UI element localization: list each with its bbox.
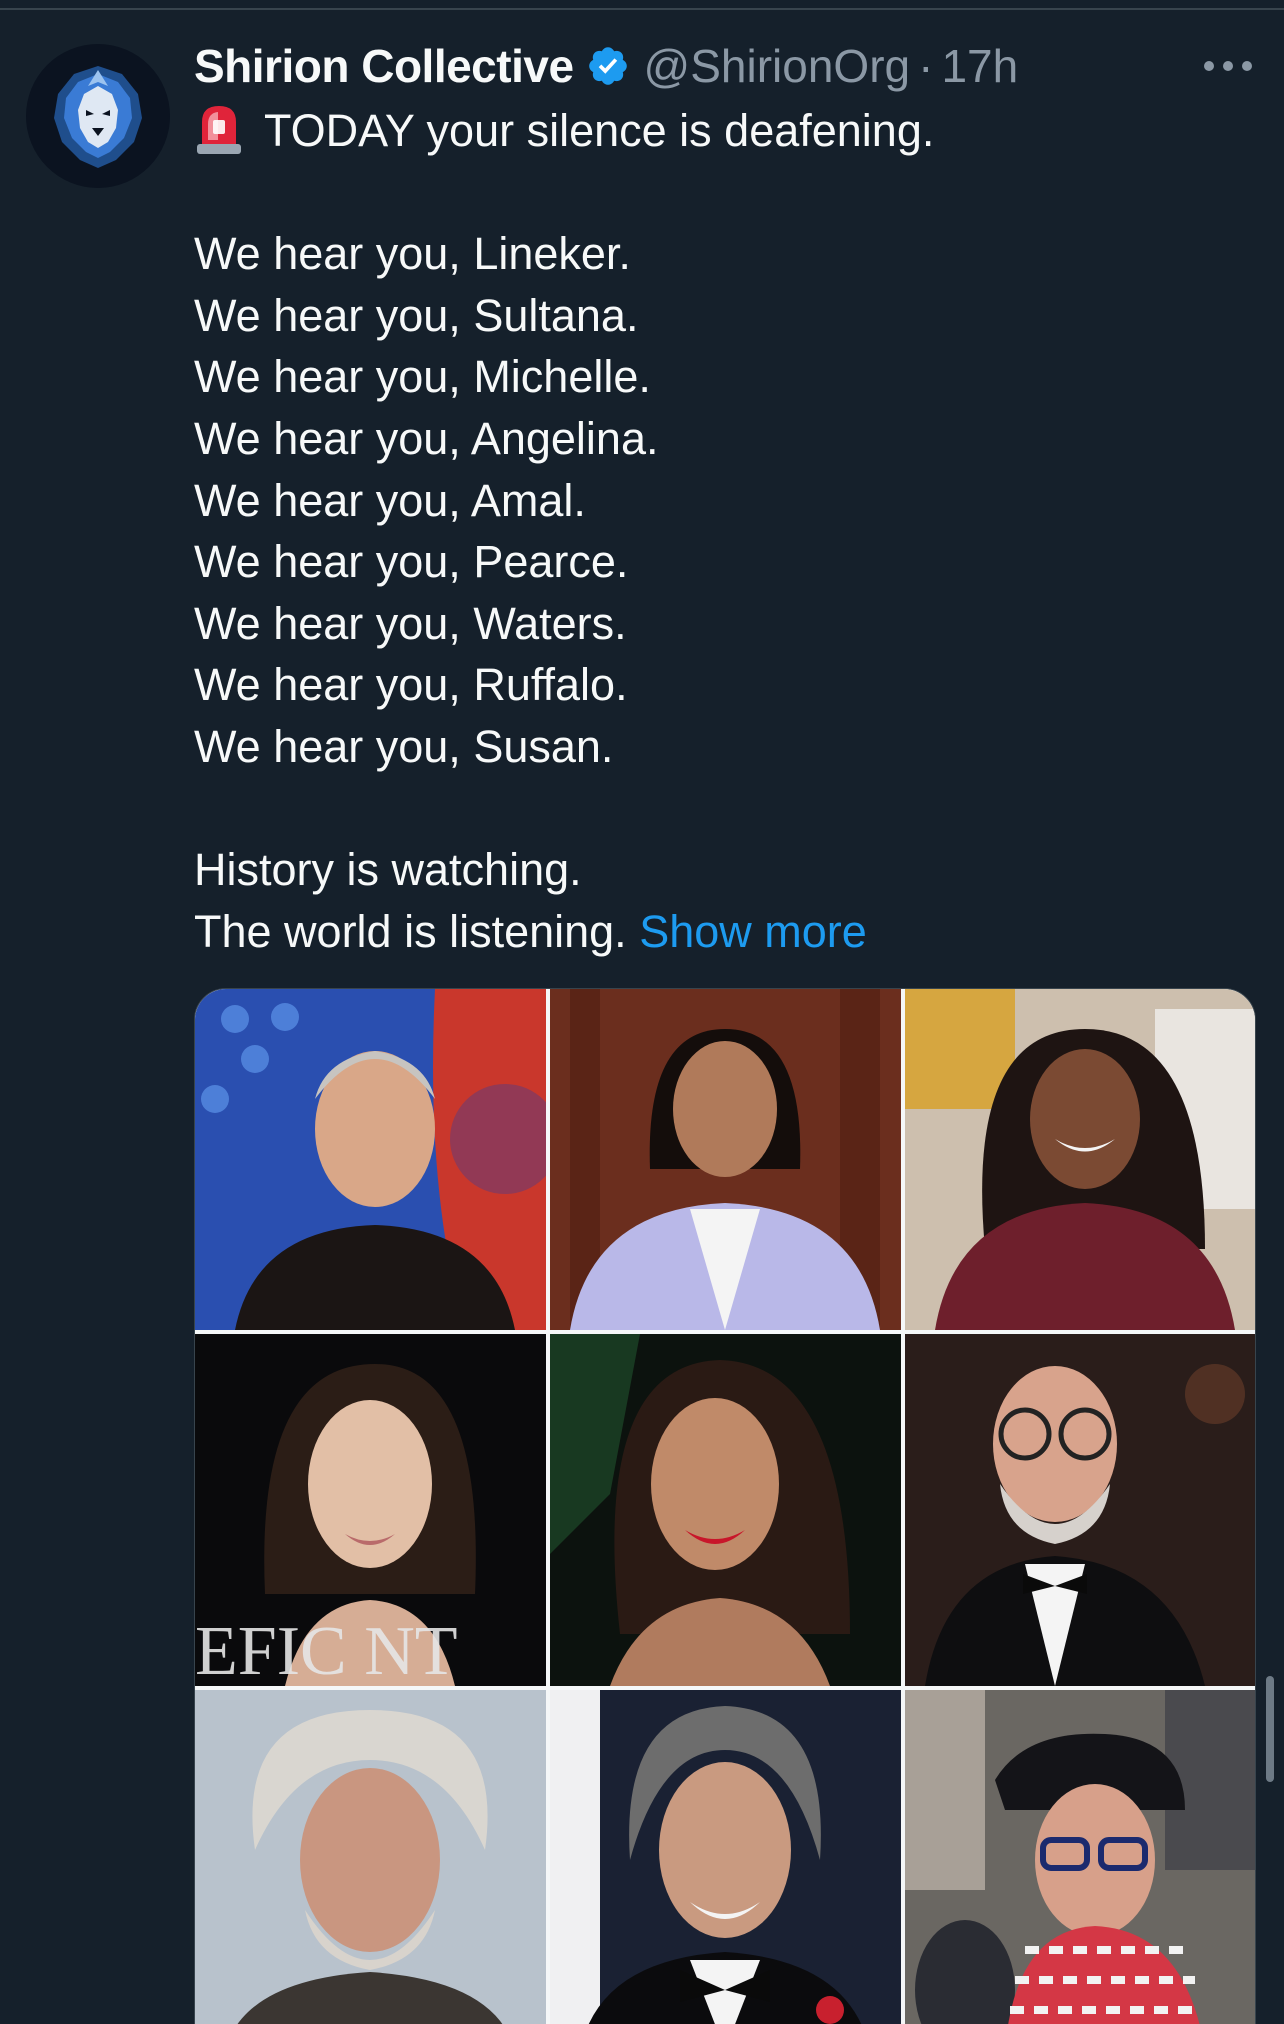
tweet-line: We hear you, Ruffalo. [194, 659, 628, 711]
tweet-line: We hear you, Waters. [194, 597, 627, 649]
show-more-link[interactable]: Show more [639, 906, 867, 957]
tweet-body: TODAY your silence is deafening. We hear… [194, 100, 1254, 962]
verified-badge-icon [586, 44, 630, 88]
author-avatar[interactable] [26, 44, 170, 188]
meta-separator: · [918, 40, 934, 92]
tweet-headline-line: TODAY your silence is deafening. [194, 100, 1254, 162]
tweet-header: Shirion Collective @ShirionOrg · 17h [194, 34, 1018, 98]
media-photo[interactable] [550, 1690, 901, 2024]
media-photo[interactable] [550, 989, 901, 1330]
tweet-timestamp[interactable]: 17h [941, 39, 1018, 93]
more-options-icon[interactable] [1204, 46, 1252, 86]
tweet-closing-text: The world is listening. [194, 905, 627, 957]
media-photo[interactable] [195, 1690, 546, 2024]
tweet-line: We hear you, Amal. [194, 474, 586, 526]
svg-text:EFIC NT: EFIC NT [195, 1613, 458, 1686]
siren-emoji-icon [194, 100, 244, 156]
media-photo[interactable] [905, 989, 1255, 1330]
tweet-closing-line: History is watching. [194, 844, 582, 896]
tweet-line: We hear you, Susan. [194, 720, 614, 772]
media-photo[interactable] [905, 1334, 1255, 1686]
author-handle[interactable]: @ShirionOrg [644, 39, 911, 93]
media-photo[interactable] [195, 989, 546, 1330]
tweet-line: We hear you, Lineker. [194, 228, 631, 280]
top-divider [0, 0, 1284, 10]
media-photo[interactable] [905, 1690, 1255, 2024]
tweet-line: We hear you, Pearce. [194, 536, 629, 588]
tweet-closing-line: The world is listening. Show more [194, 901, 1254, 963]
tweet-media-grid: EFIC NT [194, 988, 1256, 2024]
tweet-headline: TODAY your silence is deafening. [264, 105, 935, 156]
tweet-line: We hear you, Sultana. [194, 289, 639, 341]
media-photo[interactable]: EFIC NT [195, 1334, 546, 1686]
author-display-name[interactable]: Shirion Collective [194, 39, 574, 93]
tweet-line: We hear you, Angelina. [194, 412, 659, 464]
tweet-line: We hear you, Michelle. [194, 351, 651, 403]
lion-avatar-icon [26, 44, 170, 188]
media-photo[interactable] [550, 1334, 901, 1686]
scrollbar-thumb[interactable] [1266, 1676, 1274, 1782]
